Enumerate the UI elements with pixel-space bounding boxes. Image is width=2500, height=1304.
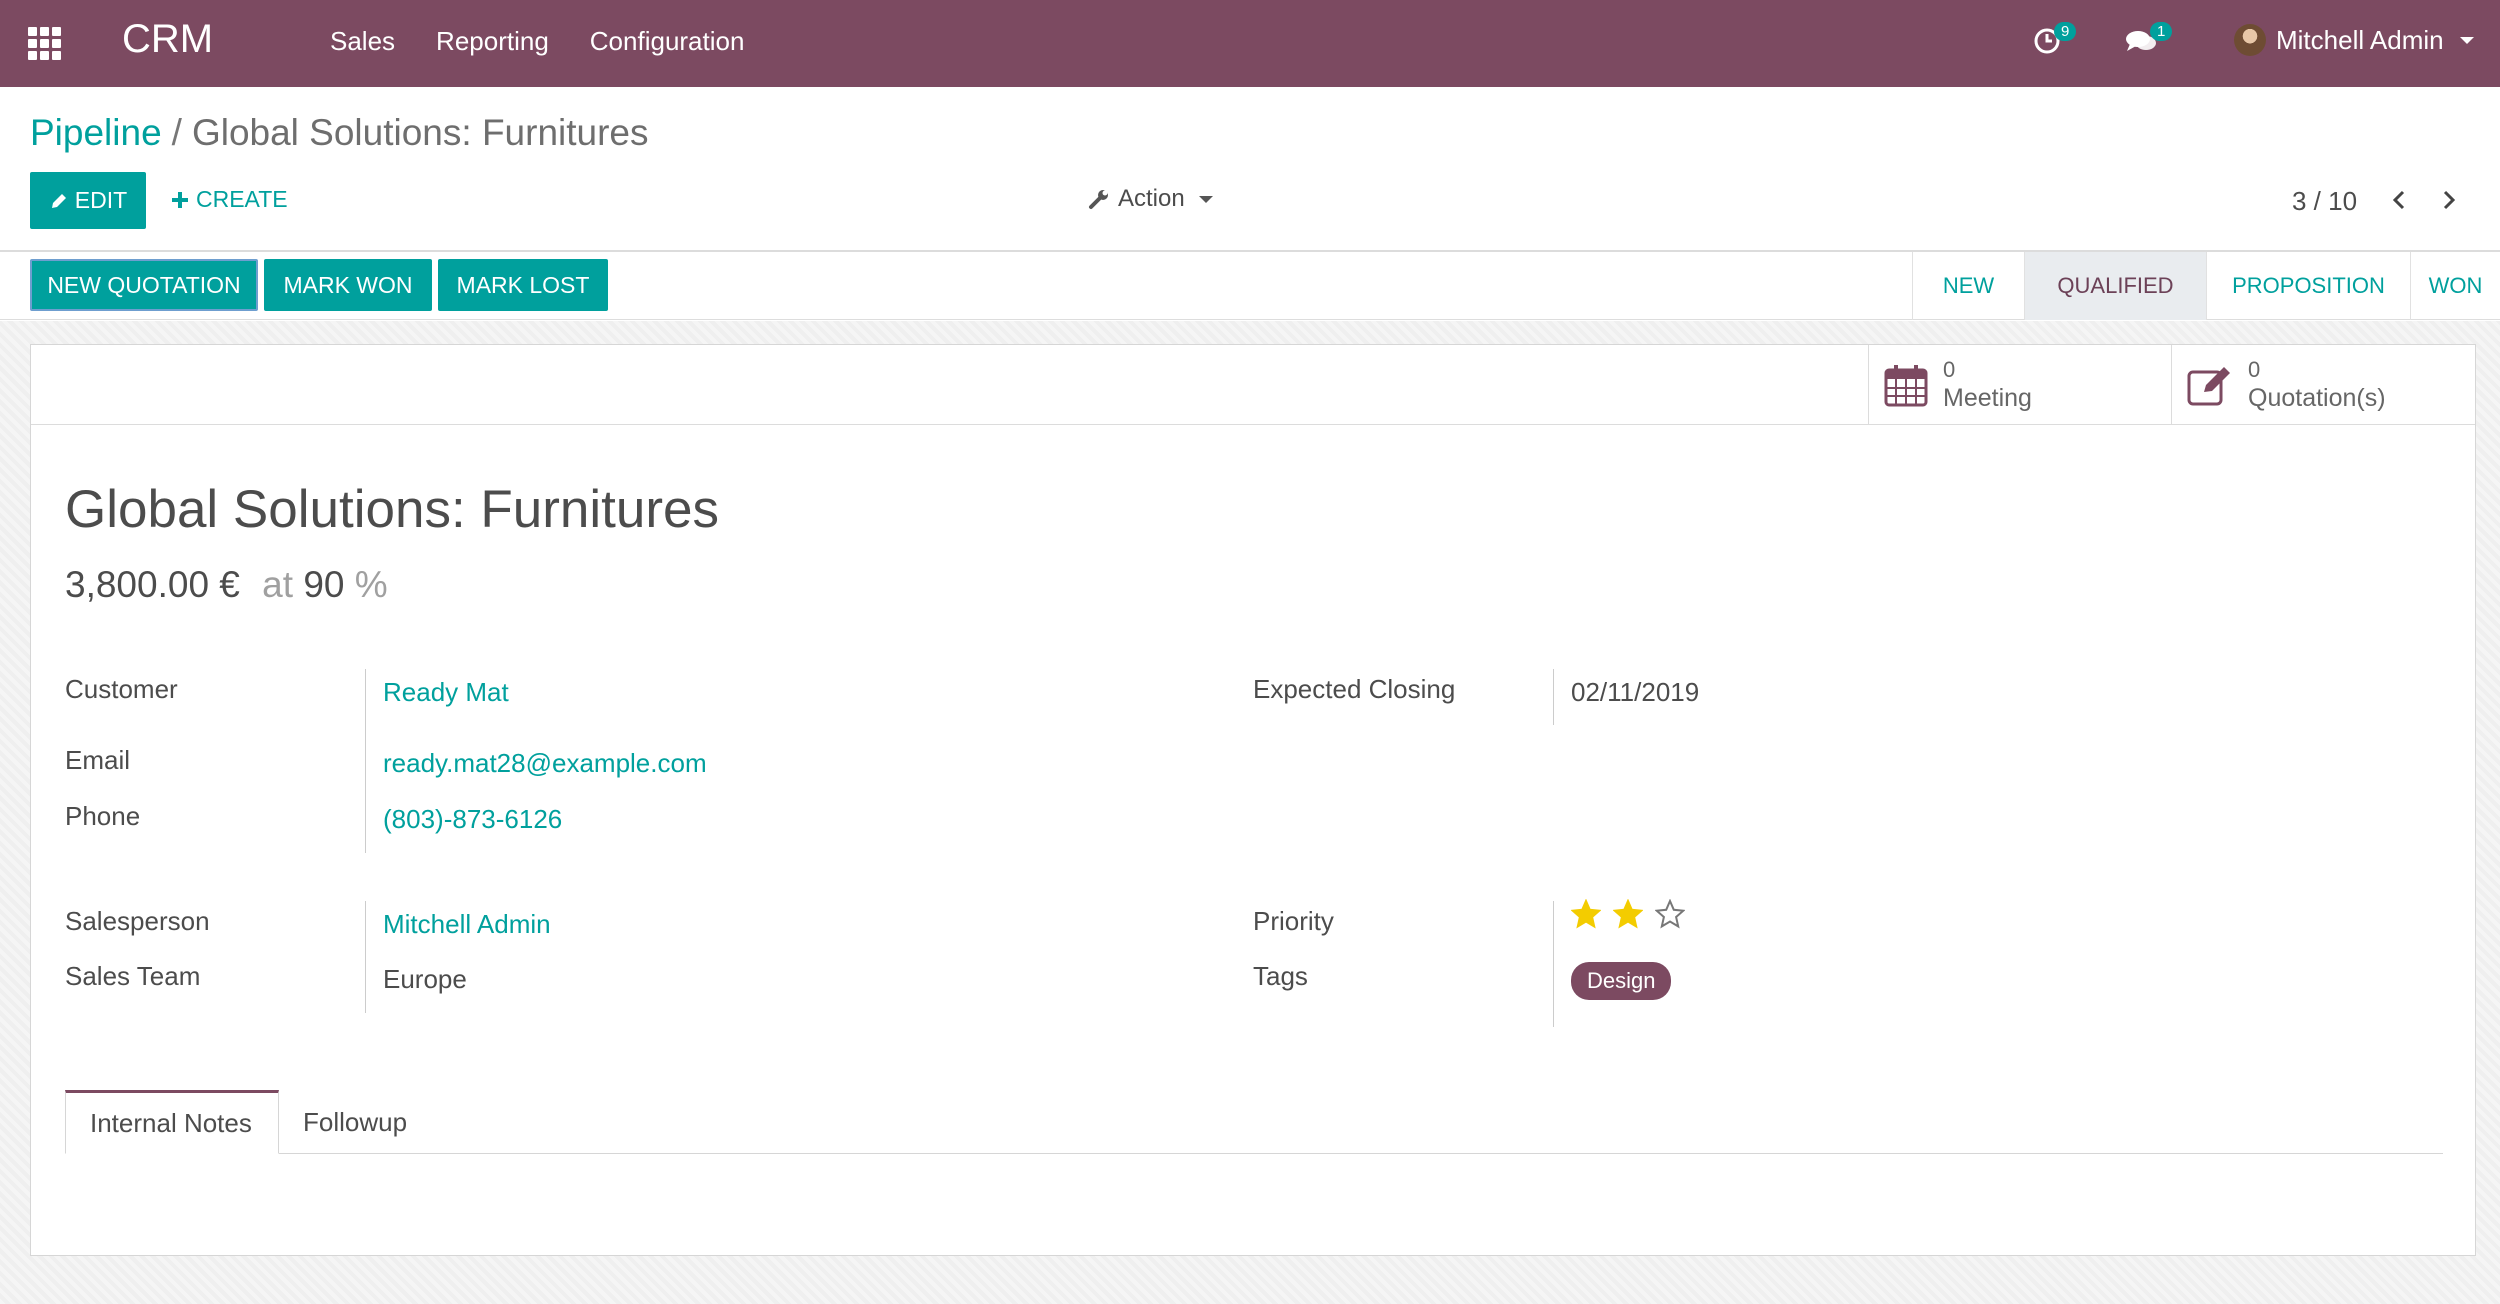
field-separator <box>365 901 366 1013</box>
field-separator <box>1553 901 1554 1027</box>
priority-label: Priority <box>1253 906 1334 936</box>
wrench-icon <box>1089 190 1108 209</box>
breadcrumb-current: Global Solutions: Furnitures <box>191 112 649 153</box>
edit-button[interactable]: EDIT <box>30 172 146 229</box>
message-badge: 1 <box>2150 22 2173 41</box>
plus-icon <box>172 191 188 208</box>
mark-lost-button[interactable]: MARK LOST <box>438 259 608 311</box>
customer-link[interactable]: Ready Mat <box>383 677 509 708</box>
email-label: Email <box>65 745 131 775</box>
record-title[interactable]: Global Solutions: Furnitures <box>65 479 719 540</box>
breadcrumb-separator: / <box>171 112 182 153</box>
probability-value[interactable]: 90 <box>303 564 344 605</box>
mark-won-button[interactable]: MARK WON <box>264 259 432 311</box>
sales-team-value[interactable]: Europe <box>383 964 467 995</box>
star-filled-icon[interactable] <box>1571 899 1601 929</box>
user-name: Mitchell Admin <box>2276 24 2444 55</box>
breadcrumb-pipeline-link[interactable]: Pipeline <box>30 112 162 153</box>
meeting-smart-button[interactable]: 0 Meeting <box>1868 345 2171 424</box>
tag-badge[interactable]: Design <box>1571 962 1672 1000</box>
email-link[interactable]: ready.mat28@example.com <box>383 748 707 779</box>
chevron-down-icon <box>2459 36 2474 44</box>
salesperson-link[interactable]: Mitchell Admin <box>383 909 551 940</box>
phone-link[interactable]: (803)-873-6126 <box>383 804 562 835</box>
stage-pipeline: NEW QUALIFIED PROPOSITION WON <box>1912 252 2500 320</box>
main-menu: Sales Reporting Configuration <box>330 26 744 57</box>
pencil-icon <box>51 193 66 208</box>
activity-badge: 9 <box>2054 22 2077 41</box>
at-label: at <box>262 564 294 605</box>
top-navbar: CRM Sales Reporting Configuration 9 1 Mi… <box>0 0 2500 87</box>
calendar-icon <box>1884 364 1928 406</box>
expected-closing-value[interactable]: 02/11/2019 <box>1571 677 1699 708</box>
meeting-count: 0 <box>1943 356 1956 382</box>
menu-item-reporting[interactable]: Reporting <box>436 26 549 57</box>
star-filled-icon[interactable] <box>1613 899 1643 929</box>
meeting-label: Meeting <box>1943 383 2032 412</box>
percent-sign: % <box>354 564 388 605</box>
field-separator <box>1553 669 1554 725</box>
new-quotation-button[interactable]: NEW QUOTATION <box>30 259 258 311</box>
action-dropdown[interactable]: Action <box>1088 185 1213 213</box>
form-sheet: 0 Meeting 0 Quotation(s) Global Solution… <box>30 344 2476 1256</box>
stage-won[interactable]: WON <box>2410 252 2500 320</box>
chevron-right-icon[interactable] <box>2436 188 2460 212</box>
create-button-label: CREATE <box>196 186 288 212</box>
tab-followup[interactable]: Followup <box>279 1090 431 1154</box>
app-name: CRM <box>122 17 214 61</box>
chevron-left-icon[interactable] <box>2388 188 2412 212</box>
customer-label: Customer <box>65 674 178 704</box>
quotations-label: Quotation(s) <box>2248 383 2386 412</box>
user-menu[interactable]: Mitchell Admin <box>2234 24 2474 56</box>
revenue-value[interactable]: 3,800.00 € <box>65 564 240 605</box>
tab-internal-notes[interactable]: Internal Notes <box>65 1090 279 1154</box>
expected-revenue: 3,800.00 € at 90 % <box>65 564 388 606</box>
field-separator <box>365 669 366 853</box>
breadcrumb: Pipeline / Global Solutions: Furnitures <box>30 112 649 154</box>
stage-new[interactable]: NEW <box>1912 252 2024 320</box>
notebook-tabs: Internal Notes Followup <box>65 1090 2443 1154</box>
menu-item-sales[interactable]: Sales <box>330 26 395 57</box>
pager-value: 3 / 10 <box>2292 186 2358 216</box>
sales-team-label: Sales Team <box>65 961 201 991</box>
button-box: 0 Meeting 0 Quotation(s) <box>31 345 2475 425</box>
stage-qualified[interactable]: QUALIFIED <box>2024 252 2206 320</box>
quotations-count: 0 <box>2248 356 2261 382</box>
chevron-down-icon <box>1198 195 1213 203</box>
avatar <box>2234 24 2266 56</box>
tags-label: Tags <box>1253 961 1308 991</box>
expected-closing-label: Expected Closing <box>1253 674 1456 704</box>
create-button[interactable]: CREATE <box>170 186 288 213</box>
action-label: Action <box>1118 185 1185 212</box>
priority-stars[interactable] <box>1571 899 1685 929</box>
phone-label: Phone <box>65 801 141 831</box>
star-empty-icon[interactable] <box>1655 899 1685 929</box>
stage-proposition[interactable]: PROPOSITION <box>2206 252 2410 320</box>
edit-document-icon <box>2187 366 2230 405</box>
menu-item-configuration[interactable]: Configuration <box>590 26 745 57</box>
quotations-smart-button[interactable]: 0 Quotation(s) <box>2171 345 2476 424</box>
apps-grid-icon[interactable] <box>28 27 61 60</box>
salesperson-label: Salesperson <box>65 906 210 936</box>
edit-button-label: EDIT <box>74 187 128 213</box>
